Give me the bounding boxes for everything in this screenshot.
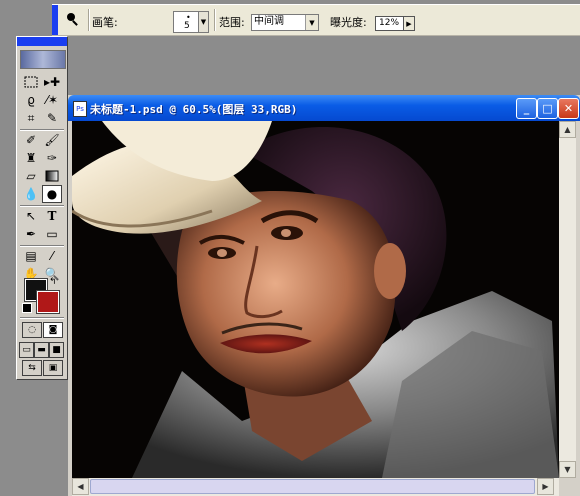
screen-mode-full-button[interactable]: ■: [49, 342, 64, 358]
screen-mode-standard-button[interactable]: ▭: [19, 342, 34, 358]
photoshop-logo[interactable]: [20, 50, 66, 69]
burn-tool-icon[interactable]: [64, 10, 82, 28]
image-canvas[interactable]: [72, 121, 559, 478]
portrait-artwork: [72, 121, 559, 478]
minimize-button[interactable]: _: [516, 98, 537, 119]
lasso-icon[interactable]: ϱ: [21, 91, 41, 109]
chevron-down-icon[interactable]: ▼: [198, 12, 208, 32]
brush-label: 画笔:: [92, 16, 118, 29]
move-icon[interactable]: ▸✚: [42, 73, 62, 91]
tool-palette-titlebar[interactable]: [17, 37, 67, 46]
rectangle-shape-icon[interactable]: ▭: [42, 225, 62, 243]
scroll-up-icon[interactable]: ▲: [559, 121, 576, 138]
swap-colors-icon[interactable]: ↰: [49, 277, 57, 287]
document-title: 未标题-1.psd @ 60.5%(图层 33,RGB): [90, 103, 298, 116]
eraser-icon[interactable]: ▱: [21, 167, 41, 185]
crop-icon[interactable]: ⌗: [21, 109, 41, 127]
brush-icon[interactable]: 🖌: [42, 131, 62, 149]
quick-mask-button[interactable]: ◙: [43, 322, 63, 338]
range-value: 中间调: [254, 16, 284, 27]
chevron-right-icon[interactable]: ▶: [403, 17, 414, 30]
burn-icon[interactable]: ●: [42, 185, 62, 203]
background-color-swatch[interactable]: [36, 290, 60, 314]
separator: [88, 9, 90, 31]
notes-icon[interactable]: ▤: [21, 247, 41, 265]
scroll-left-icon[interactable]: ◀: [72, 478, 89, 495]
horizontal-scroll-thumb[interactable]: [90, 479, 535, 494]
eyedropper-icon[interactable]: ⁄: [42, 247, 62, 265]
jump-to-imageready-button[interactable]: ⇆: [22, 360, 42, 376]
history-brush-icon[interactable]: ✑: [42, 149, 62, 167]
default-colors-icon[interactable]: [22, 303, 32, 313]
type-icon[interactable]: T: [42, 207, 62, 225]
range-select[interactable]: 中间调 ▼: [251, 14, 319, 31]
rectangular-marquee-icon[interactable]: [21, 73, 41, 91]
separator: [20, 317, 64, 319]
document-window: Ps 未标题-1.psd @ 60.5%(图层 33,RGB) _ □ ✕ ▲ …: [68, 95, 580, 496]
options-bar: 画笔: • 5 ▼ 范围: 中间调 ▼ 曝光度: 12% ▶: [52, 4, 580, 36]
tool-palette: ▸✚ ϱ ⁄✶ ⌗ ✎ ✐ 🖌 ♜ ✑ ▱ 💧 ● ↖ T ✒ ▭ ▤ ⁄ ✋ …: [16, 36, 68, 380]
vertical-scrollbar[interactable]: ▲ ▼: [559, 121, 576, 478]
horizontal-scrollbar[interactable]: ◀ ▶: [72, 478, 559, 496]
exposure-field[interactable]: 12% ▶: [375, 16, 415, 31]
gradient-icon[interactable]: [42, 167, 62, 185]
path-selection-icon[interactable]: ↖: [21, 207, 41, 225]
standard-mode-button[interactable]: ◌: [22, 322, 42, 338]
scroll-right-icon[interactable]: ▶: [537, 478, 554, 495]
brush-size: 5: [184, 21, 190, 31]
close-button[interactable]: ✕: [558, 98, 579, 119]
options-bar-grip[interactable]: [52, 5, 58, 35]
maximize-button[interactable]: □: [537, 98, 558, 119]
clone-stamp-icon[interactable]: ♜: [21, 149, 41, 167]
scroll-down-icon[interactable]: ▼: [559, 461, 576, 478]
document-titlebar[interactable]: Ps 未标题-1.psd @ 60.5%(图层 33,RGB) _ □ ✕: [68, 95, 580, 121]
screen-mode-full-menu-button[interactable]: ▬: [34, 342, 49, 358]
brush-picker[interactable]: • 5 ▼: [173, 11, 209, 33]
imageready-icon[interactable]: ▣: [43, 360, 63, 376]
pen-icon[interactable]: ✒: [21, 225, 41, 243]
psd-document-icon: Ps: [73, 101, 87, 117]
range-label: 范围:: [219, 16, 245, 29]
slice-icon[interactable]: ✎: [42, 109, 62, 127]
chevron-down-icon[interactable]: ▼: [305, 15, 318, 30]
exposure-label: 曝光度:: [330, 16, 367, 29]
separator: [214, 9, 216, 31]
healing-brush-icon[interactable]: ✐: [21, 131, 41, 149]
blur-icon[interactable]: 💧: [21, 185, 41, 203]
exposure-value: 12%: [379, 18, 400, 28]
magic-wand-icon[interactable]: ⁄✶: [42, 91, 62, 109]
